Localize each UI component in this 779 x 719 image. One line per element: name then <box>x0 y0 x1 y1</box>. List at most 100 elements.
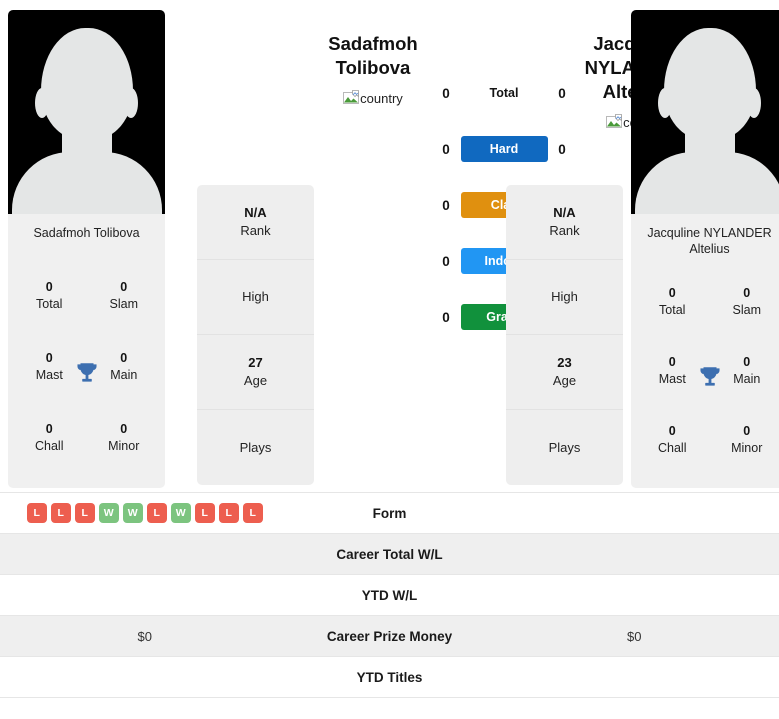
title-stat-label: Chall <box>658 440 687 455</box>
titles-grid-left: 0 Total 0 Slam 0 Mast 0 Main 0 Chall 0 M… <box>8 258 165 488</box>
player-name-line2: Tolibova <box>335 57 411 78</box>
title-stat-slam-right: 0 Slam <box>710 285 779 319</box>
info-age-right: 23 Age <box>506 335 623 410</box>
title-stat-value: 0 <box>743 285 751 300</box>
surface-score-right: 0 <box>558 141 566 157</box>
info-plays-left: Plays <box>197 410 314 485</box>
title-stat-value: 0 <box>743 423 751 438</box>
stat-label: YTD W/L <box>361 587 418 603</box>
info-label: Plays <box>239 439 272 455</box>
info-label: Age <box>552 373 577 388</box>
info-label: Plays <box>548 439 581 455</box>
surface-score-left: 0 <box>442 85 450 101</box>
form-badge-loss[interactable]: L <box>194 503 215 523</box>
player-header-left: Sadafmoh Tolibova country <box>314 10 432 106</box>
table-row-career-prize-money: $0 Career Prize Money $0 <box>0 616 779 657</box>
player-card-right[interactable]: Jacquline NYLANDER Altelius 0 Total 0 Sl… <box>631 10 779 488</box>
form-badge-win[interactable]: W <box>98 503 119 523</box>
info-label: Age <box>243 373 268 388</box>
surface-score-left: 0 <box>442 309 450 325</box>
title-stat-label: Minor <box>108 439 140 454</box>
table-row-ytd-titles: YTD Titles <box>0 657 779 698</box>
info-plays-right: Plays <box>506 410 623 485</box>
title-stat-label: Chall <box>35 439 64 454</box>
form-badges-left: LLLWWLWLLL <box>0 503 290 523</box>
title-stat-label: Total <box>36 296 63 311</box>
surface-score-left: 0 <box>442 253 450 269</box>
stat-label: Career Total W/L <box>336 546 443 562</box>
player-card-name-right: Jacquline NYLANDER Altelius <box>647 226 772 256</box>
form-badge-loss[interactable]: L <box>242 503 263 523</box>
surface-row-hard: 0 Hard 0 <box>432 121 576 177</box>
trophy-icon <box>76 363 97 382</box>
title-stat-label: Minor <box>731 440 763 455</box>
title-stat-minor-left: 0 Minor <box>87 421 162 455</box>
form-badge-loss[interactable]: L <box>50 503 71 523</box>
stat-label: YTD Titles <box>356 669 423 685</box>
surface-score-left: 0 <box>442 197 450 213</box>
title-stat-slam-left: 0 Slam <box>87 279 162 313</box>
title-stat-value: 0 <box>668 285 676 300</box>
info-rank-right: N/A Rank <box>506 185 623 260</box>
player-avatar-left <box>8 10 165 214</box>
player-info-panel-right: N/A Rank High 23 Age Plays <box>506 185 623 485</box>
country-flag-left: country <box>314 90 432 106</box>
title-stat-total-left: 0 Total <box>12 279 87 313</box>
form-badge-win[interactable]: W <box>122 503 143 523</box>
titles-grid-right: 0 Total 0 Slam 0 Mast 0 Main 0 Chall 0 M… <box>631 265 779 488</box>
avatar-silhouette-body <box>11 152 162 214</box>
title-stat-value: 0 <box>120 422 128 437</box>
title-stat-chall-right: 0 Chall <box>635 423 710 457</box>
avatar-silhouette-body <box>634 152 779 214</box>
title-stat-chall-left: 0 Chall <box>12 421 87 455</box>
stat-value-right: $0 <box>627 628 642 644</box>
form-badge-loss[interactable]: L <box>74 503 95 523</box>
player-info-panel-left: N/A Rank High 27 Age Plays <box>197 185 314 485</box>
title-stat-total-right: 0 Total <box>635 285 710 319</box>
form-badge-win[interactable]: W <box>170 503 191 523</box>
stat-label-form: Form <box>372 505 407 521</box>
avatar-silhouette-ear-right <box>747 88 761 118</box>
center-zone: Sadafmoh Tolibova country 0 Total 0 0 Ha… <box>314 10 687 345</box>
info-rank-left: N/A Rank <box>197 185 314 260</box>
avatar-silhouette-ear-left <box>35 88 49 118</box>
info-age-left: 27 Age <box>197 335 314 410</box>
info-value: 27 <box>248 355 263 370</box>
info-label: Rank <box>549 223 580 238</box>
form-badge-loss[interactable]: L <box>146 503 167 523</box>
country-alt-text: country <box>360 90 403 106</box>
broken-image-icon <box>606 114 623 128</box>
player-card-left[interactable]: Sadafmoh Tolibova 0 Total 0 Slam 0 Mast … <box>8 10 165 488</box>
table-row-career-total-wl: Career Total W/L <box>0 534 779 575</box>
form-badge-loss[interactable]: L <box>218 503 239 523</box>
stats-table: LLLWWLWLLL Form Career Total W/L YTD W/L… <box>0 492 779 698</box>
player-avatar-right <box>631 10 779 214</box>
table-row-ytd-wl: YTD W/L <box>0 575 779 616</box>
surface-score-left: 0 <box>442 141 450 157</box>
title-stat-value: 0 <box>120 279 128 294</box>
info-high-left: High <box>197 260 314 335</box>
surface-row-total: 0 Total 0 <box>432 65 576 121</box>
title-stat-value: 0 <box>45 422 53 437</box>
info-label: High <box>551 289 578 304</box>
avatar-silhouette-ear-left <box>658 88 672 118</box>
info-value: N/A <box>244 205 267 220</box>
surface-score-right: 0 <box>558 85 566 101</box>
info-value: N/A <box>553 205 576 220</box>
form-badge-loss[interactable]: L <box>26 503 47 523</box>
info-value: 23 <box>557 355 572 370</box>
table-row-form: LLLWWLWLLL Form <box>0 493 779 534</box>
title-stat-label: Total <box>659 302 686 317</box>
player-name-line1: Sadafmoh <box>328 33 418 54</box>
title-stat-label: Slam <box>732 302 761 317</box>
info-label: High <box>242 289 269 304</box>
compare-section: Sadafmoh Tolibova 0 Total 0 Slam 0 Mast … <box>0 0 779 492</box>
form-badge-list: LLLWWLWLLL <box>26 503 263 523</box>
trophy-icon <box>699 366 720 386</box>
broken-image-icon <box>343 90 360 104</box>
player-card-name-left: Sadafmoh Tolibova <box>33 226 140 240</box>
title-stat-minor-right: 0 Minor <box>710 423 779 457</box>
surface-badge-hard[interactable]: Hard <box>460 136 548 162</box>
title-stat-label: Slam <box>109 296 138 311</box>
player-name-left: Sadafmoh Tolibova <box>314 32 432 80</box>
